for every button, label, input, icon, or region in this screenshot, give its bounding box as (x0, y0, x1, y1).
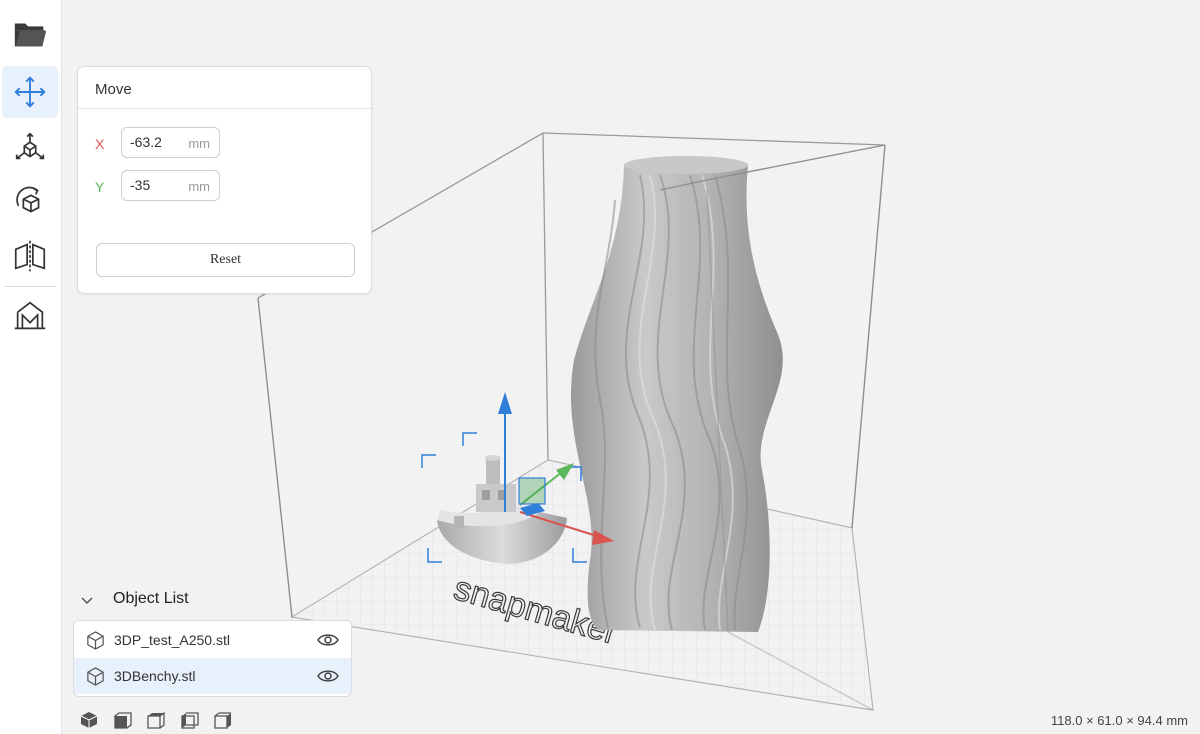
top-view-icon[interactable] (146, 710, 166, 730)
chevron-down-icon (81, 597, 93, 605)
move-arrows-icon (14, 76, 46, 108)
cube-icon (87, 631, 104, 650)
object-name: 3DBenchy.stl (114, 668, 196, 684)
move-panel-title: Move (95, 81, 132, 98)
object-list: 3DP_test_A250.stl 3DBenchy.stl (73, 620, 352, 697)
eye-icon[interactable] (317, 668, 339, 684)
x-axis-label: X (95, 136, 105, 152)
reset-button[interactable]: Reset (96, 243, 355, 277)
move-tool-button[interactable] (2, 66, 58, 118)
rotate-tool-button[interactable] (2, 176, 58, 228)
x-position-input[interactable] (130, 134, 185, 150)
scale-tool-button[interactable] (2, 122, 58, 174)
y-unit-label: mm (188, 179, 210, 194)
object-list-item[interactable]: 3DP_test_A250.stl (74, 622, 351, 658)
y-position-field[interactable]: mm (121, 170, 220, 201)
rotate-icon (16, 186, 40, 213)
y-position-input[interactable] (130, 177, 185, 193)
left-toolbar (0, 0, 62, 734)
object-list-title: Object List (113, 590, 189, 607)
support-tool-button[interactable] (2, 290, 58, 342)
mirror-icon (14, 240, 46, 272)
left-view-icon[interactable] (180, 710, 200, 730)
object-name: 3DP_test_A250.stl (114, 632, 230, 648)
eye-icon[interactable] (317, 632, 339, 648)
front-view-icon[interactable] (113, 710, 133, 730)
cube-icon (87, 667, 104, 686)
move-panel: Move X mm Y mm Reset (77, 66, 372, 294)
y-axis-label: Y (95, 179, 105, 195)
object-list-item-selected[interactable]: 3DBenchy.stl (74, 658, 351, 694)
toolbar-divider (4, 286, 56, 287)
x-unit-label: mm (188, 136, 210, 151)
object-list-header[interactable]: Object List (79, 588, 319, 612)
panel-divider (78, 108, 371, 109)
iso-view-icon[interactable] (79, 710, 99, 730)
folder-icon (14, 23, 47, 47)
support-icon (14, 301, 46, 330)
scale-icon (15, 132, 45, 160)
model-dimensions: 118.0 × 61.0 × 94.4 mm (1050, 713, 1188, 728)
right-view-icon[interactable] (213, 710, 233, 730)
x-position-field[interactable]: mm (121, 127, 220, 158)
open-file-button[interactable] (2, 8, 58, 60)
vase-model (570, 156, 783, 632)
mirror-tool-button[interactable] (2, 230, 58, 282)
